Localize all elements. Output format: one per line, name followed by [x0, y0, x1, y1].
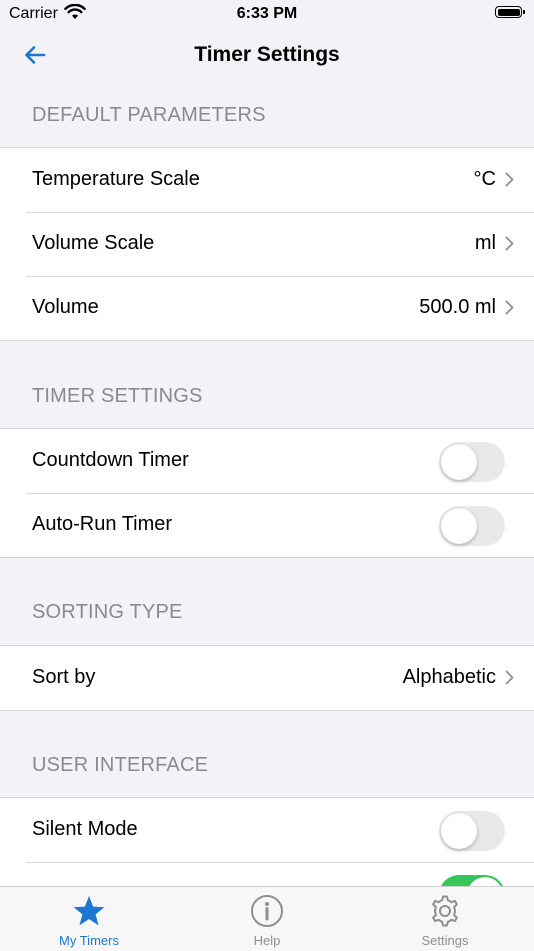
- row-silent-mode: Silent Mode: [0, 798, 534, 862]
- default-parameters-group: Temperature Scale °C Volume Scale ml Vol…: [0, 147, 534, 341]
- gear-icon: [432, 895, 458, 927]
- row-auto-run-timer: Auto-Run Timer: [0, 493, 534, 557]
- row-label: Sort by: [32, 666, 96, 688]
- toggle-knob: [441, 508, 477, 544]
- row-value: ml: [474, 232, 496, 254]
- toggle-knob: [441, 813, 477, 849]
- chevron-right-icon: [505, 236, 514, 251]
- tab-label: Settings: [421, 933, 469, 948]
- sorting-type-group: Sort by Alphabetic: [0, 645, 534, 711]
- clock: 6:33 PM: [236, 5, 298, 22]
- row-volume-scale[interactable]: Volume Scale ml: [0, 212, 534, 276]
- info-circle-icon: [251, 895, 283, 927]
- silent-mode-toggle[interactable]: [439, 811, 505, 851]
- row-label: Countdown Timer: [32, 449, 189, 471]
- row-label: Volume: [32, 296, 99, 318]
- page-title: Timer Settings: [194, 43, 340, 66]
- row-label: Temperature Scale: [32, 168, 200, 190]
- status-bar: Carrier 6:33 PM: [0, 0, 534, 30]
- toggle-knob: [441, 444, 477, 480]
- section-header-user-interface: USER INTERFACE: [32, 754, 209, 776]
- row-countdown-timer: Countdown Timer: [0, 429, 534, 493]
- row-label: Volume Scale: [32, 232, 155, 254]
- row-temperature-scale[interactable]: Temperature Scale °C: [0, 148, 534, 212]
- countdown-timer-toggle[interactable]: [439, 442, 505, 482]
- tab-label: Help: [253, 933, 281, 948]
- section-header-timer-settings: TIMER SETTINGS: [32, 385, 203, 407]
- tab-label: My Timers: [59, 933, 119, 948]
- row-value: 500.0 ml: [419, 296, 496, 318]
- star-icon: [73, 896, 105, 926]
- section-header-sorting-type: SORTING TYPE: [32, 601, 183, 623]
- section-header-default-parameters: DEFAULT PARAMETERS: [32, 104, 266, 126]
- row-label: Silent Mode: [32, 818, 138, 840]
- row-label: Auto-Run Timer: [32, 513, 173, 535]
- tab-bar: My Timers Help Settings: [0, 886, 534, 951]
- chevron-right-icon: [505, 172, 514, 187]
- row-value: Alphabetic: [402, 666, 496, 688]
- tab-help[interactable]: Help: [178, 887, 356, 951]
- tab-settings[interactable]: Settings: [356, 887, 534, 951]
- chevron-right-icon: [505, 670, 514, 685]
- row-value: °C: [473, 168, 496, 190]
- row-sort-by[interactable]: Sort by Alphabetic: [0, 646, 534, 710]
- timer-settings-group: Countdown Timer Auto-Run Timer: [0, 428, 534, 558]
- chevron-right-icon: [505, 300, 514, 315]
- row-volume[interactable]: Volume 500.0 ml: [0, 276, 534, 340]
- battery-icon: [495, 6, 525, 18]
- tab-my-timers[interactable]: My Timers: [0, 887, 178, 951]
- navigation-bar: Timer Settings: [0, 30, 534, 82]
- auto-run-timer-toggle[interactable]: [439, 506, 505, 546]
